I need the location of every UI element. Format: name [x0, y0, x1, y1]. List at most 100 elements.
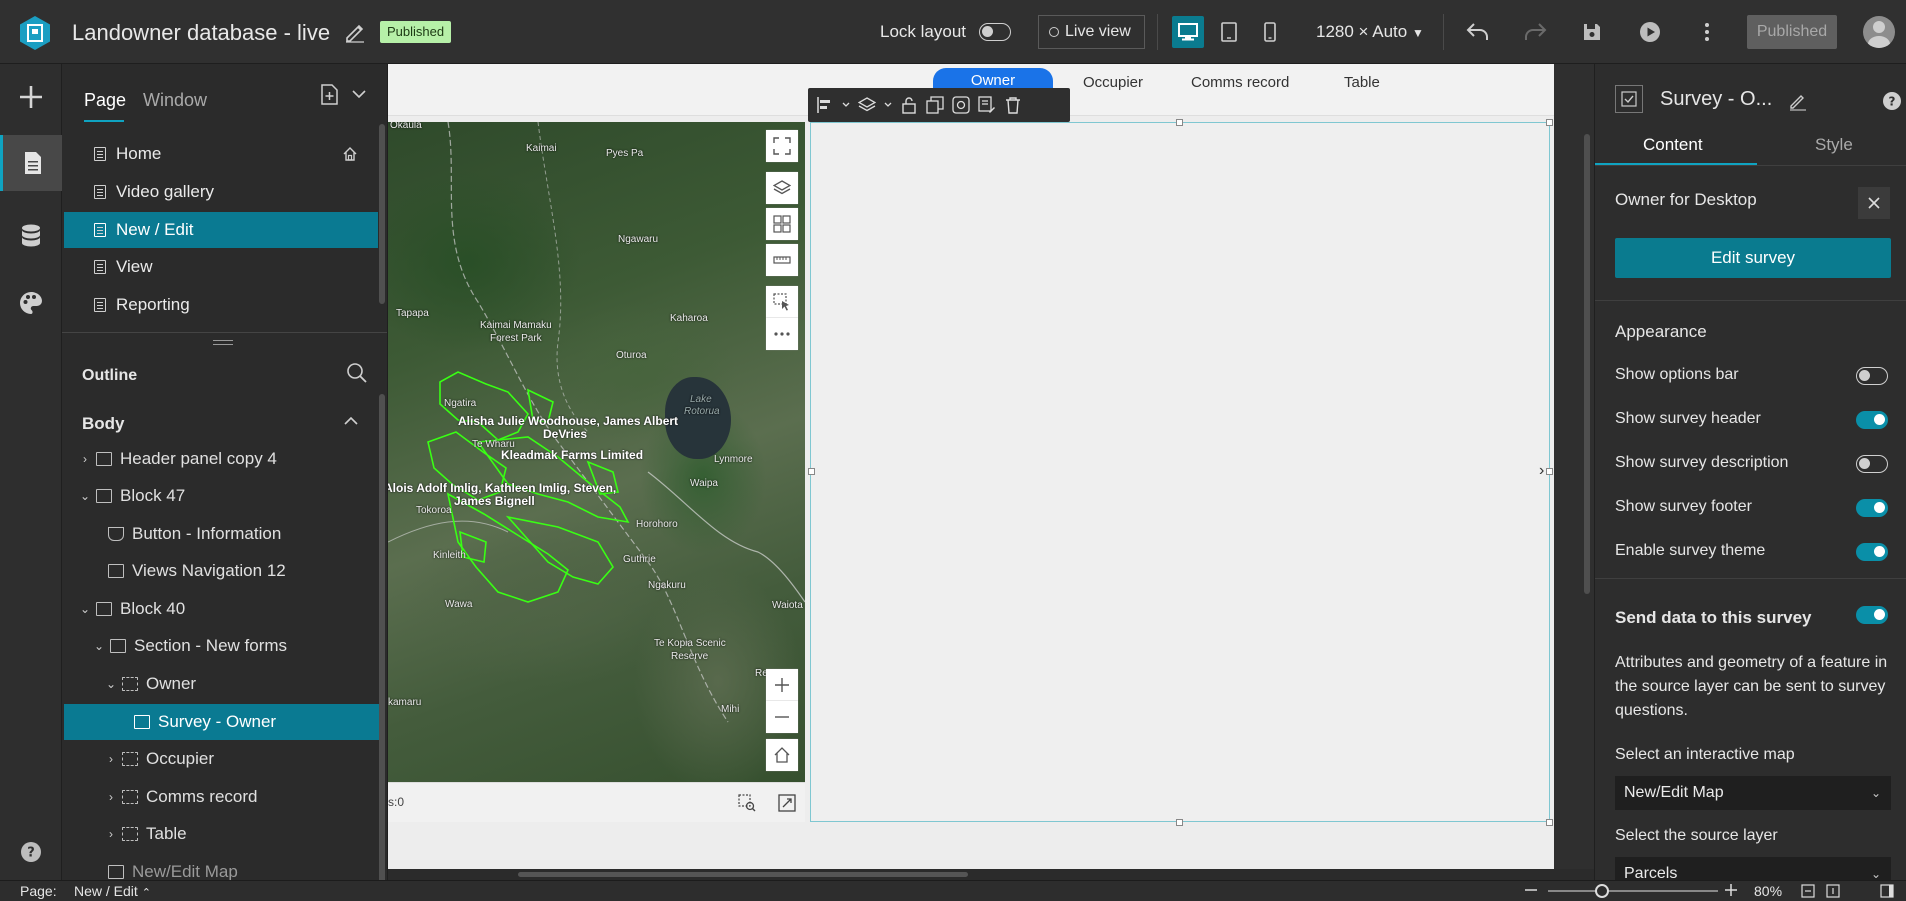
resolution-dropdown[interactable]: 1280 × Auto ▼ [1316, 22, 1424, 42]
select-map-dropdown[interactable]: New/Edit Map ⌄ [1615, 776, 1891, 810]
zoom-to-selection-button[interactable] [738, 794, 756, 815]
chevron-down-icon[interactable] [351, 86, 367, 105]
layer-list-button[interactable] [766, 172, 798, 204]
screenshot-button[interactable] [952, 96, 970, 114]
resize-handle[interactable] [1546, 119, 1553, 126]
tab-content[interactable]: Content [1643, 135, 1703, 155]
tree-item[interactable]: ⌄ Block 40 [64, 591, 380, 627]
tab-style[interactable]: Style [1815, 135, 1853, 155]
page-status-value[interactable]: New / Edit ⌃ [74, 883, 151, 899]
show-options-bar-toggle[interactable] [1856, 367, 1888, 385]
more-options-button[interactable] [1692, 17, 1722, 47]
theme-panel-button[interactable] [0, 275, 62, 331]
help-button[interactable]: ? [0, 824, 62, 880]
select-features-button[interactable] [766, 286, 798, 318]
edit-title-pencil-icon[interactable] [343, 20, 367, 44]
data-panel-button[interactable] [0, 208, 62, 264]
tree-item-selected[interactable]: Survey - Owner [64, 704, 380, 740]
map-widget[interactable]: Okaula Kaimai Pyes Pa Ngawaru Tapapa Kai… [388, 122, 805, 782]
chevron-right-icon[interactable]: › [1539, 462, 1544, 480]
chevron-down-icon[interactable] [884, 96, 892, 114]
user-avatar-icon[interactable] [1863, 16, 1895, 48]
nav-tab-occupier[interactable]: Occupier [1083, 74, 1143, 91]
enable-survey-theme-toggle[interactable] [1856, 543, 1888, 561]
zoom-out-button[interactable] [766, 701, 798, 733]
align-button[interactable] [816, 96, 834, 114]
insert-widget-button[interactable] [0, 69, 62, 125]
zoom-in-button[interactable] [766, 669, 798, 701]
tree-item[interactable]: ⌄ Owner [64, 666, 380, 702]
page-item-video-gallery[interactable]: Video gallery [64, 174, 378, 210]
page-item-home[interactable]: Home [64, 136, 378, 172]
desktop-device-button[interactable] [1172, 16, 1204, 48]
arrange-button[interactable] [858, 96, 876, 114]
page-item-view[interactable]: View [64, 249, 378, 285]
tree-item[interactable]: Views Navigation 12 [64, 553, 380, 589]
tree-item[interactable]: Button - Information [64, 516, 380, 552]
resize-handle[interactable] [1546, 819, 1553, 826]
help-button[interactable]: ? [1882, 91, 1902, 114]
tree-item[interactable]: ⌄ Block 47 [64, 478, 380, 514]
select-layer-dropdown[interactable]: Parcels ⌄ [1615, 857, 1891, 880]
duplicate-button[interactable] [926, 96, 944, 114]
outline-scrollbar[interactable] [379, 394, 385, 880]
save-button[interactable] [1577, 17, 1607, 47]
resize-handle[interactable] [1176, 119, 1183, 126]
zoom-in-button[interactable] [1724, 883, 1738, 900]
show-survey-description-toggle[interactable] [1856, 455, 1888, 473]
show-survey-header-toggle[interactable] [1856, 411, 1888, 429]
zoom-slider-thumb[interactable] [1595, 884, 1609, 898]
zoom-out-button[interactable] [1524, 883, 1538, 900]
resize-handle[interactable] [1546, 468, 1553, 475]
zoom-slider-track[interactable] [1548, 890, 1718, 892]
live-view-button[interactable]: Live view [1038, 15, 1145, 49]
basemap-gallery-button[interactable] [766, 208, 798, 240]
delete-button[interactable] [1004, 96, 1022, 114]
show-survey-footer-toggle[interactable] [1856, 499, 1888, 517]
resize-handle[interactable] [213, 340, 233, 345]
tree-item[interactable]: › Occupier [64, 741, 380, 777]
undo-button[interactable] [1463, 17, 1493, 47]
resize-handle[interactable] [808, 468, 815, 475]
preview-button[interactable] [1635, 17, 1665, 47]
phone-device-button[interactable] [1254, 16, 1286, 48]
tree-item[interactable]: ⌄ Section - New forms [64, 628, 380, 664]
lock-button[interactable] [900, 96, 918, 114]
tree-item[interactable]: New/Edit Map [64, 854, 380, 880]
chevron-down-icon[interactable] [842, 96, 850, 114]
survey-widget-frame[interactable] [810, 122, 1550, 822]
more-map-tools-button[interactable] [766, 318, 798, 350]
page-item-reporting[interactable]: Reporting [64, 287, 378, 323]
tree-item[interactable]: › Header panel copy 4 [64, 441, 380, 477]
tablet-device-button[interactable] [1213, 16, 1245, 48]
measure-button[interactable] [766, 244, 798, 276]
redo-button[interactable] [1520, 17, 1550, 47]
rename-widget-button[interactable] [1788, 91, 1808, 114]
home-extent-button[interactable] [766, 739, 798, 771]
tab-window[interactable]: Window [143, 90, 207, 111]
edit-survey-button[interactable] [978, 96, 996, 114]
tree-item[interactable]: › Table [64, 816, 380, 852]
page-list-scrollbar[interactable] [379, 124, 385, 304]
fullscreen-button[interactable] [766, 130, 798, 162]
nav-tab-table[interactable]: Table [1344, 74, 1380, 91]
clear-selection-button[interactable] [778, 794, 796, 815]
edit-survey-button[interactable]: Edit survey [1615, 238, 1891, 278]
tab-page[interactable]: Page [84, 90, 126, 111]
fit-width-button[interactable] [1801, 884, 1815, 901]
scrollbar-thumb[interactable] [518, 872, 968, 877]
nav-tab-comms-record[interactable]: Comms record [1191, 74, 1289, 91]
canvas-vertical-scrollbar[interactable] [1584, 134, 1590, 594]
close-button[interactable] [1858, 187, 1890, 219]
publish-button[interactable]: Published [1747, 15, 1837, 49]
canvas-horizontal-scrollbar[interactable] [388, 869, 1594, 880]
lock-layout-toggle[interactable] [979, 23, 1011, 41]
send-data-toggle[interactable] [1856, 606, 1888, 624]
toggle-panel-button[interactable] [1880, 884, 1894, 901]
fit-height-button[interactable] [1826, 884, 1840, 901]
page-item-new-edit[interactable]: New / Edit [64, 212, 378, 248]
resize-handle[interactable] [1176, 819, 1183, 826]
experience-builder-logo-icon[interactable] [16, 14, 54, 52]
search-outline-button[interactable] [346, 362, 368, 387]
collapse-body-button[interactable] [342, 412, 360, 433]
